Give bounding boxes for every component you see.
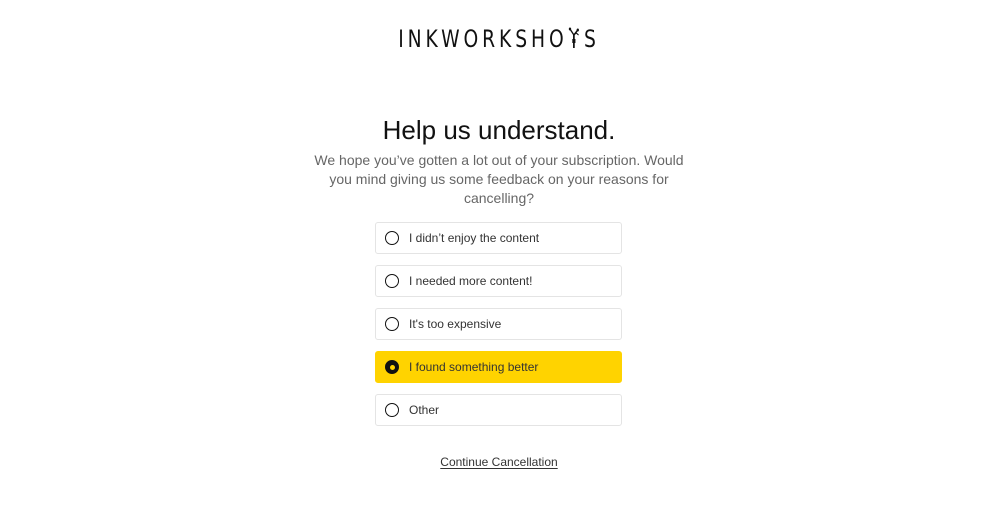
page-subtitle: We hope you’ve gotten a lot out of your … <box>314 152 684 206</box>
reason-option-label: I found something better <box>409 360 539 374</box>
continue-cancellation-link[interactable]: Continue Cancellation <box>440 455 557 469</box>
pen-nib-icon <box>568 27 579 48</box>
reason-option-too-expensive[interactable]: It's too expensive <box>375 308 622 340</box>
logo-text-start: INKWORKSHO <box>398 25 568 53</box>
reason-option-label: Other <box>409 403 440 417</box>
brand-logo[interactable]: INKWORKSHO S <box>110 25 888 53</box>
radio-selected-icon[interactable] <box>385 360 399 374</box>
reason-option-other[interactable]: Other <box>375 394 622 426</box>
radio-icon[interactable] <box>385 274 399 288</box>
radio-icon[interactable] <box>385 403 399 417</box>
reason-option-label: It's too expensive <box>409 317 502 331</box>
radio-icon[interactable] <box>385 231 399 245</box>
reason-option-found-better[interactable]: I found something better <box>375 351 622 383</box>
reason-options: I didn’t enjoy the content I needed more… <box>375 222 622 437</box>
page-title: Help us understand. <box>382 115 616 145</box>
cancellation-feedback-page: INKWORKSHO S Help us understand. We hope… <box>0 0 998 511</box>
logo-text-end: S <box>583 25 600 53</box>
radio-icon[interactable] <box>385 317 399 331</box>
reason-option-didnt-enjoy[interactable]: I didn’t enjoy the content <box>375 222 622 254</box>
reason-option-label: I needed more content! <box>409 274 533 288</box>
reason-option-label: I didn’t enjoy the content <box>409 231 540 245</box>
continue-container: Continue Cancellation <box>0 453 998 471</box>
reason-option-needed-more[interactable]: I needed more content! <box>375 265 622 297</box>
